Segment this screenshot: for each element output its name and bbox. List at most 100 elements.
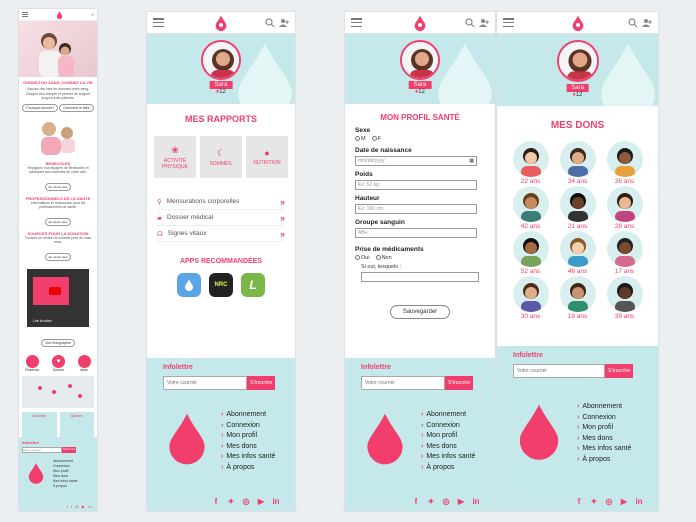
link-mes-dons[interactable]: Mes dons	[577, 434, 631, 445]
search-icon[interactable]: ⌕	[91, 12, 94, 18]
how-donate-button[interactable]: Comment le faire	[58, 103, 94, 112]
link-infos-sante[interactable]: Mes infos santé	[221, 452, 275, 463]
link-infos-sante[interactable]: Mes infos santé	[421, 452, 475, 463]
meds-non-radio[interactable]: Non	[375, 255, 392, 261]
logo-drop-icon[interactable]	[412, 15, 428, 31]
donation-item[interactable]: 21 ans	[554, 186, 601, 230]
category-nutrition[interactable]: ● NUTRITION	[246, 136, 288, 178]
newsletter-input[interactable]	[163, 376, 247, 390]
link-connexion[interactable]: Connexion	[577, 413, 631, 424]
donation-item[interactable]: 22 ans	[507, 141, 554, 185]
newsletter-button[interactable]: S'inscrire	[445, 376, 474, 390]
dob-field[interactable]: mm/dd/yyyy ▦	[355, 156, 477, 166]
nike-run-club-icon[interactable]: NRC	[209, 273, 233, 297]
link-connexion[interactable]: Connexion	[221, 421, 275, 432]
drop-app-icon[interactable]	[177, 273, 201, 297]
sources-link[interactable]: En savoir plus	[44, 252, 72, 261]
map[interactable]	[22, 375, 94, 408]
hauteur-field[interactable]: Ex: 160 cm	[355, 204, 477, 214]
poids-field[interactable]: Ex: 52 kg	[355, 180, 477, 190]
lifesum-icon[interactable]: L	[241, 273, 265, 297]
donation-item[interactable]: 36 ans	[601, 141, 648, 185]
add-user-icon[interactable]	[642, 18, 652, 28]
youtube-icon[interactable]: ▶	[256, 496, 266, 506]
newsletter-button[interactable]: S'inscrire	[247, 376, 276, 390]
facebook-icon[interactable]: f	[211, 496, 221, 506]
groupe-field[interactable]: AB+	[355, 228, 477, 238]
volunteers-link[interactable]: En savoir plus	[44, 182, 72, 191]
menu-icon[interactable]	[351, 18, 362, 27]
search-icon[interactable]	[465, 17, 475, 28]
link-mes-dons[interactable]: Mes dons	[421, 442, 475, 453]
link-a-propos[interactable]: À propos	[577, 455, 631, 466]
sexe-m-radio[interactable]: M	[355, 136, 366, 142]
action-reserve[interactable]: Réserver	[25, 354, 40, 372]
menu-icon[interactable]	[22, 12, 28, 17]
linkedin-icon[interactable]: in	[634, 496, 644, 506]
logo-drop-icon[interactable]	[213, 15, 229, 31]
menu-icon[interactable]	[153, 18, 164, 27]
report-row-measurements[interactable]: ⚲ Mensurations corporelles »	[157, 194, 285, 210]
twitter-icon[interactable]: ✦	[589, 496, 599, 506]
save-button[interactable]: Sauvegarder	[389, 305, 451, 319]
youtube-icon[interactable]: ▶	[619, 496, 629, 506]
menu-icon[interactable]	[503, 18, 514, 27]
home-link-apropos[interactable]: À propos	[53, 484, 78, 489]
instagram-icon[interactable]: ◎	[441, 496, 451, 506]
donation-item[interactable]: 18 ans	[554, 276, 601, 320]
pros-link[interactable]: En savoir plus	[44, 217, 72, 226]
sexe-f-radio[interactable]: F	[371, 136, 381, 142]
donation-item[interactable]: 34 ans	[554, 141, 601, 185]
meds-oui-radio[interactable]: Oui	[355, 255, 370, 261]
facebook-icon[interactable]: f	[574, 496, 584, 506]
donation-item[interactable]: 52 ans	[507, 231, 554, 275]
link-a-propos[interactable]: À propos	[221, 463, 275, 474]
home-newsletter-button[interactable]: S'inscrire	[62, 447, 77, 453]
logo-drop-icon[interactable]	[56, 10, 63, 19]
home-social-icons[interactable]: f t ◎ ▶ in	[67, 504, 93, 509]
category-sleep[interactable]: ☾ SOMMEIL	[200, 136, 242, 178]
linkedin-icon[interactable]: in	[271, 496, 281, 506]
donation-item[interactable]: 46 ans	[554, 231, 601, 275]
link-abonnement[interactable]: Abonnement	[221, 410, 275, 421]
twitter-icon[interactable]: ✦	[426, 496, 436, 506]
newsletter-input[interactable]	[361, 376, 445, 390]
youtube-icon[interactable]: ▶	[456, 496, 466, 506]
card-quebec[interactable]: Québec	[59, 411, 94, 438]
donation-item[interactable]: 42 ans	[507, 186, 554, 230]
link-a-propos[interactable]: À propos	[421, 463, 475, 474]
add-user-icon[interactable]	[479, 18, 489, 28]
category-activity[interactable]: ❀ ACTIVITÉ PHYSIQUE	[154, 136, 196, 178]
avatar[interactable]	[201, 40, 241, 80]
link-mon-profil[interactable]: Mon profil	[577, 423, 631, 434]
video-player[interactable]: Lire la vidéo	[27, 268, 89, 327]
infographic-button[interactable]: Voir l'infographie	[41, 338, 75, 347]
avatar[interactable]	[400, 40, 440, 80]
home-newsletter-input[interactable]: Votre courriel	[22, 447, 62, 453]
card-montreal[interactable]: Montréal	[22, 411, 57, 438]
link-infos-sante[interactable]: Mes infos santé	[577, 444, 631, 455]
link-mes-dons[interactable]: Mes dons	[221, 442, 275, 453]
report-row-vitals[interactable]: ☊ Signes vitaux »	[157, 226, 285, 242]
play-icon[interactable]	[49, 286, 61, 295]
twitter-icon[interactable]: ✦	[226, 496, 236, 506]
facebook-icon[interactable]: f	[411, 496, 421, 506]
calendar-icon[interactable]: ▦	[469, 158, 474, 164]
why-donate-button[interactable]: Pourquoi donner?	[22, 103, 59, 112]
donation-item[interactable]: 39 ans	[601, 276, 648, 320]
logo-drop-icon[interactable]	[570, 15, 586, 31]
link-mon-profil[interactable]: Mon profil	[421, 431, 475, 442]
search-icon[interactable]	[265, 17, 275, 28]
link-abonnement[interactable]: Abonnement	[421, 410, 475, 421]
donation-item[interactable]: 30 ans	[507, 276, 554, 320]
instagram-icon[interactable]: ◎	[241, 496, 251, 506]
avatar[interactable]	[556, 40, 599, 82]
donation-item[interactable]: 28 ans	[601, 186, 648, 230]
action-help[interactable]: Aider	[77, 354, 91, 372]
instagram-icon[interactable]: ◎	[604, 496, 614, 506]
link-mon-profil[interactable]: Mon profil	[221, 431, 275, 442]
newsletter-button[interactable]: S'inscrire	[605, 364, 634, 378]
donation-item[interactable]: 17 ans	[601, 231, 648, 275]
add-user-icon[interactable]	[279, 18, 289, 28]
link-connexion[interactable]: Connexion	[421, 421, 475, 432]
